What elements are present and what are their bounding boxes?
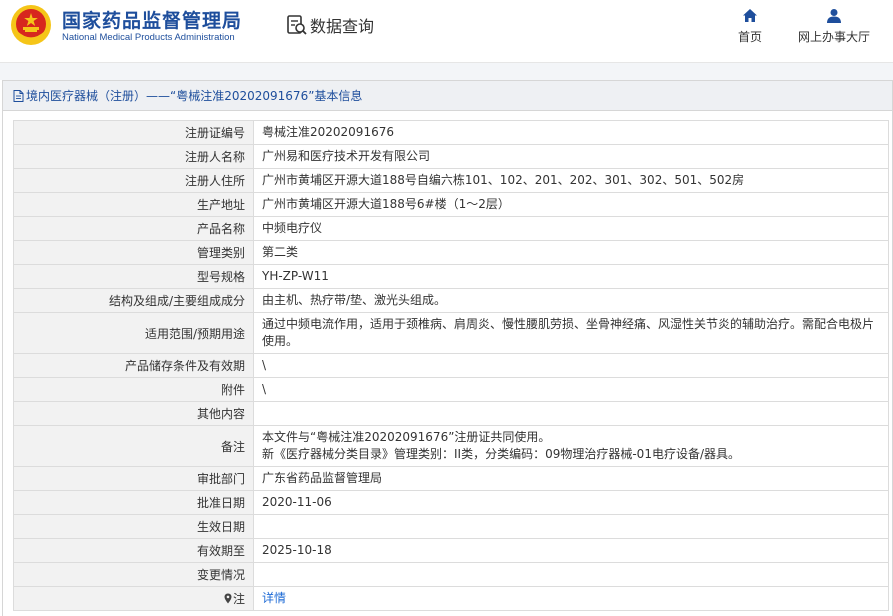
field-value: 中频电疗仪 bbox=[253, 216, 889, 241]
site-header: 国家药品监督管理局 National Medical Products Admi… bbox=[0, 0, 893, 62]
table-row: 注册人名称 广州易和医疗技术开发有限公司 bbox=[13, 144, 889, 169]
field-label: 结构及组成/主要组成成分 bbox=[13, 288, 254, 313]
document-icon bbox=[13, 89, 24, 102]
table-row: 生效日期 bbox=[13, 514, 889, 539]
nav-home-label: 首页 bbox=[738, 30, 763, 44]
field-label: 生产地址 bbox=[13, 192, 254, 217]
user-icon bbox=[827, 9, 841, 23]
field-label: 变更情况 bbox=[13, 562, 254, 587]
field-label: 适用范围/预期用途 bbox=[13, 312, 254, 354]
field-label: 其他内容 bbox=[13, 401, 254, 426]
table-row: 变更情况 bbox=[13, 562, 889, 587]
nav-online-hall[interactable]: 网上办事大厅 bbox=[798, 8, 870, 45]
field-label: 产品名称 bbox=[13, 216, 254, 241]
table-row: 生产地址 广州市黄埔区开源大道188号6#楼（1～2层） bbox=[13, 192, 889, 217]
agency-name-cn: 国家药品监督管理局 bbox=[62, 10, 243, 32]
agency-name-en: National Medical Products Administration bbox=[62, 32, 235, 43]
table-row: 注册证编号 粤械注准20202091676 bbox=[13, 120, 889, 145]
header-divider bbox=[0, 62, 893, 80]
field-value: 广州市黄埔区开源大道188号6#楼（1～2层） bbox=[253, 192, 889, 217]
field-label: 管理类别 bbox=[13, 240, 254, 265]
table-row: 注 详情 bbox=[13, 586, 889, 611]
field-value bbox=[253, 514, 889, 539]
data-query-label: 数据查询 bbox=[310, 17, 375, 36]
national-emblem-icon bbox=[11, 5, 51, 45]
basic-info-table: 注册证编号 粤械注准20202091676 注册人名称 广州易和医疗技术开发有限… bbox=[13, 120, 889, 611]
table-row: 批准日期 2020-11-06 bbox=[13, 490, 889, 515]
field-value bbox=[253, 401, 889, 426]
field-label: 注册证编号 bbox=[13, 120, 254, 145]
field-label: 批准日期 bbox=[13, 490, 254, 515]
field-label: 注册人住所 bbox=[13, 168, 254, 193]
field-label: 有效期至 bbox=[13, 538, 254, 563]
field-value: 广州市黄埔区开源大道188号自编六栋101、102、201、202、301、30… bbox=[253, 168, 889, 193]
table-row: 产品名称 中频电疗仪 bbox=[13, 216, 889, 241]
field-value: 2020-11-06 bbox=[253, 490, 889, 515]
table-row: 管理类别 第二类 bbox=[13, 240, 889, 265]
data-search-icon bbox=[287, 15, 307, 35]
field-value: 通过中频电流作用，适用于颈椎病、肩周炎、慢性腰肌劳损、坐骨神经痛、风湿性关节炎的… bbox=[253, 312, 889, 354]
field-value: 广东省药品监督管理局 bbox=[253, 466, 889, 491]
field-label: 附件 bbox=[13, 377, 254, 402]
panel-header: 境内医疗器械（注册）——“粤械注准20202091676”基本信息 bbox=[3, 81, 892, 111]
field-value: 详情 bbox=[253, 586, 889, 611]
field-value: \ bbox=[253, 377, 889, 402]
field-label: 生效日期 bbox=[13, 514, 254, 539]
table-row: 有效期至 2025-10-18 bbox=[13, 538, 889, 563]
info-panel: 境内医疗器械（注册）——“粤械注准20202091676”基本信息 注册证编号 … bbox=[2, 80, 893, 616]
field-value: 第二类 bbox=[253, 240, 889, 265]
table-row: 审批部门 广东省药品监督管理局 bbox=[13, 466, 889, 491]
remark-line: 本文件与“粤械注准20202091676”注册证共同使用。 bbox=[262, 430, 551, 444]
field-value: 本文件与“粤械注准20202091676”注册证共同使用。 新《医疗器械分类目录… bbox=[253, 425, 889, 467]
field-value: 由主机、热疗带/垫、激光头组成。 bbox=[253, 288, 889, 313]
table-row: 产品储存条件及有效期 \ bbox=[13, 353, 889, 378]
table-row: 附件 \ bbox=[13, 377, 889, 402]
nav-home[interactable]: 首页 bbox=[738, 8, 762, 45]
field-label: 审批部门 bbox=[13, 466, 254, 491]
remark-line: 新《医疗器械分类目录》管理类别：II类，分类编码：09物理治疗器械-01电疗设备… bbox=[262, 447, 740, 461]
table-row: 结构及组成/主要组成成分 由主机、热疗带/垫、激光头组成。 bbox=[13, 288, 889, 313]
table-row: 其他内容 bbox=[13, 401, 889, 426]
location-pin-icon bbox=[224, 593, 232, 604]
field-value: \ bbox=[253, 353, 889, 378]
field-label: 注册人名称 bbox=[13, 144, 254, 169]
panel-title: 境内医疗器械（注册）——“粤械注准20202091676”基本信息 bbox=[26, 89, 363, 103]
data-query-section[interactable]: 数据查询 bbox=[286, 12, 374, 38]
field-value: 2025-10-18 bbox=[253, 538, 889, 563]
field-label: 备注 bbox=[13, 425, 254, 467]
field-value bbox=[253, 562, 889, 587]
home-icon bbox=[743, 9, 757, 22]
field-value: YH-ZP-W11 bbox=[253, 264, 889, 289]
details-link[interactable]: 详情 bbox=[262, 591, 286, 605]
table-row: 型号规格 YH-ZP-W11 bbox=[13, 264, 889, 289]
field-label: 注 bbox=[13, 586, 254, 611]
field-value: 广州易和医疗技术开发有限公司 bbox=[253, 144, 889, 169]
table-row: 适用范围/预期用途 通过中频电流作用，适用于颈椎病、肩周炎、慢性腰肌劳损、坐骨神… bbox=[13, 312, 889, 354]
field-value: 粤械注准20202091676 bbox=[253, 120, 889, 145]
table-row: 注册人住所 广州市黄埔区开源大道188号自编六栋101、102、201、202、… bbox=[13, 168, 889, 193]
field-label: 型号规格 bbox=[13, 264, 254, 289]
nav-online-hall-label: 网上办事大厅 bbox=[798, 30, 871, 44]
field-label: 产品储存条件及有效期 bbox=[13, 353, 254, 378]
note-label: 注 bbox=[232, 592, 245, 606]
table-row: 备注 本文件与“粤械注准20202091676”注册证共同使用。 新《医疗器械分… bbox=[13, 425, 889, 467]
